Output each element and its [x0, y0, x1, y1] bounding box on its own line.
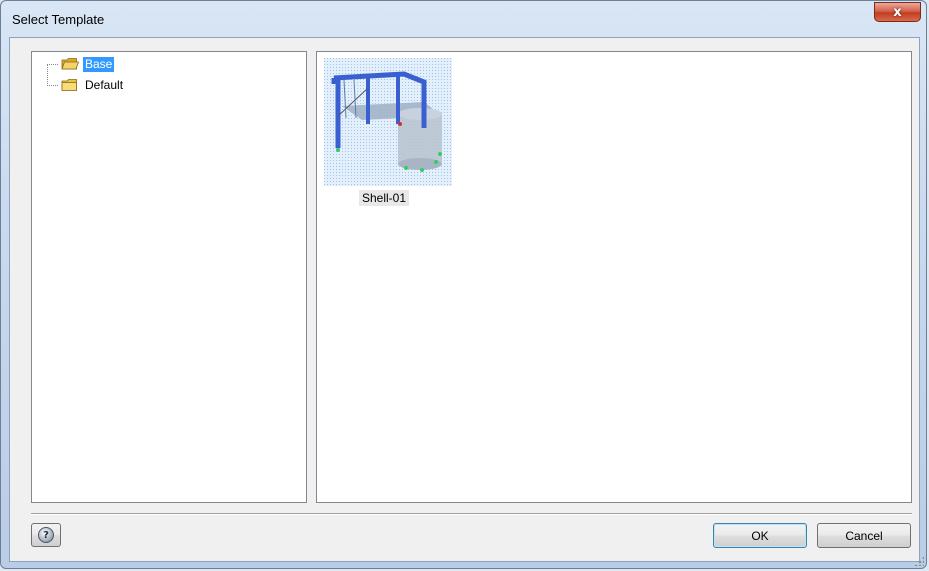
help-icon: ?	[38, 527, 54, 543]
folder-icon	[61, 79, 77, 91]
ok-button[interactable]: OK	[713, 523, 807, 548]
structure-thumbnail-icon	[324, 58, 452, 186]
divider	[31, 513, 912, 515]
dialog-body: Base Default Shell-01 ? OK Cancel	[9, 37, 920, 562]
cancel-button[interactable]: Cancel	[817, 523, 911, 548]
tree-connector	[47, 64, 48, 86]
template-name-label: Shell-01	[359, 190, 410, 206]
template-folder-tree[interactable]: Base Default	[31, 51, 307, 503]
close-icon: x	[893, 4, 902, 20]
tree-item-label: Base	[83, 57, 115, 72]
help-button[interactable]: ?	[31, 523, 61, 547]
tree-connector	[47, 85, 58, 86]
template-preview-list[interactable]: Shell-01	[316, 51, 912, 503]
close-button[interactable]: x	[874, 2, 921, 22]
tree-item-label: Default	[85, 78, 124, 92]
tree-connector	[47, 64, 58, 65]
folder-open-icon	[61, 58, 79, 70]
select-template-dialog: Select Template x Base Default Shell-01 …	[0, 0, 927, 569]
title-bar[interactable]: Select Template x	[1, 1, 926, 37]
dialog-title: Select Template	[12, 12, 105, 27]
